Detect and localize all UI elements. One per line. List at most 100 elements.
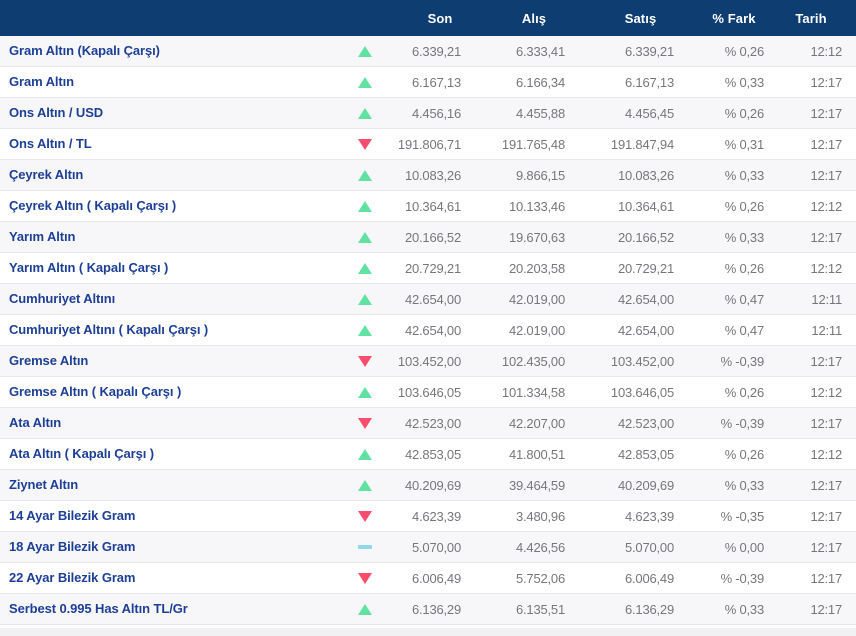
instrument-cell: 22 Ayar Bilezik Gram xyxy=(0,569,345,587)
arrow-up-icon xyxy=(358,200,372,212)
direction-cell xyxy=(345,231,385,243)
instrument-cell: Cumhuriyet Altını ( Kapalı Çarşı ) xyxy=(0,321,345,339)
flat-dash-icon xyxy=(358,545,372,549)
tarih-value: 12:12 xyxy=(810,384,842,400)
instrument-link[interactable]: Serbest 0.995 Has Altın TL/Gr xyxy=(9,601,188,616)
instrument-link[interactable]: Gremse Altın ( Kapalı Çarşı ) xyxy=(9,384,181,399)
direction-cell xyxy=(345,45,385,57)
son-value: 6.167,13 xyxy=(411,74,461,90)
satis-value: 42.523,00 xyxy=(617,415,674,431)
instrument-link[interactable]: Cumhuriyet Altını ( Kapalı Çarşı ) xyxy=(9,322,208,337)
tarih-value: 12:17 xyxy=(810,167,842,183)
son-value: 10.364,61 xyxy=(404,198,461,214)
tarih-value: 12:17 xyxy=(810,105,842,121)
alis-value: 10.133,46 xyxy=(508,198,565,214)
satis-value: 10.364,61 xyxy=(617,198,674,214)
son-value: 4.623,39 xyxy=(411,508,461,524)
instrument-link[interactable]: Yarım Altın ( Kapalı Çarşı ) xyxy=(9,260,168,275)
alis-value: 6.333,41 xyxy=(515,43,565,59)
table-row: Çeyrek Altın 10.083,26 9.866,15 10.083,2… xyxy=(0,160,856,191)
tarih-value: 12:11 xyxy=(811,291,842,307)
fark-value: % -0,39 xyxy=(720,415,765,431)
son-value: 6.339,21 xyxy=(411,43,461,59)
instrument-link[interactable]: Cumhuriyet Altını xyxy=(9,291,115,306)
satis-value: 42.853,05 xyxy=(617,446,674,462)
arrow-down-icon xyxy=(358,510,372,522)
direction-cell xyxy=(345,293,385,305)
alis-value: 191.765,48 xyxy=(501,136,565,152)
arrow-up-icon xyxy=(358,45,372,57)
arrow-up-icon xyxy=(358,293,372,305)
instrument-cell: Ata Altın xyxy=(0,414,345,432)
arrow-down-icon xyxy=(358,572,372,584)
son-value: 5.070,00 xyxy=(411,539,461,555)
instrument-cell: Ons Altın / TL xyxy=(0,135,345,153)
satis-value: 6.339,21 xyxy=(624,43,674,59)
instrument-link[interactable]: Ons Altın / USD xyxy=(9,105,103,120)
satis-value: 5.070,00 xyxy=(624,539,674,555)
instrument-link[interactable]: Gremse Altın xyxy=(9,353,88,368)
instrument-link[interactable]: Çeyrek Altın xyxy=(9,167,83,182)
arrow-up-icon xyxy=(358,76,372,88)
instrument-link[interactable]: 18 Ayar Bilezik Gram xyxy=(9,539,135,554)
alis-value: 41.800,51 xyxy=(508,446,565,462)
fark-value: % 0,26 xyxy=(724,446,764,462)
direction-cell xyxy=(345,572,385,584)
satis-value: 20.729,21 xyxy=(617,260,674,276)
tarih-value: 12:17 xyxy=(810,477,842,493)
header-tarih[interactable]: Tarih xyxy=(772,11,856,26)
tarih-value: 12:12 xyxy=(810,446,842,462)
alis-value: 4.426,56 xyxy=(515,539,565,555)
table-row: Ons Altın / USD 4.456,16 4.455,88 4.456,… xyxy=(0,98,856,129)
fark-value: % 0,47 xyxy=(724,291,764,307)
instrument-link[interactable]: Gram Altın (Kapalı Çarşı) xyxy=(9,43,160,58)
fark-value: % -0,35 xyxy=(720,508,765,524)
instrument-link[interactable]: Yarım Altın xyxy=(9,229,75,244)
instrument-link[interactable]: 22 Ayar Bilezik Gram xyxy=(9,570,135,585)
instrument-link[interactable]: Ziynet Altın xyxy=(9,477,78,492)
fark-value: % 0,47 xyxy=(724,322,764,338)
direction-cell xyxy=(345,169,385,181)
son-value: 4.456,16 xyxy=(411,105,461,121)
instrument-link[interactable]: Çeyrek Altın ( Kapalı Çarşı ) xyxy=(9,198,176,213)
son-value: 103.646,05 xyxy=(397,384,461,400)
table-header-row: Son Alış Satış % Fark Tarih xyxy=(0,0,856,36)
arrow-up-icon xyxy=(358,231,372,243)
tarih-value: 12:17 xyxy=(810,601,842,617)
tarih-value: 12:11 xyxy=(811,322,842,338)
table-row: Gram Altın (Kapalı Çarşı) 6.339,21 6.333… xyxy=(0,36,856,67)
fark-value: % -0,39 xyxy=(720,353,765,369)
fark-value: % 0,26 xyxy=(724,198,764,214)
son-value: 191.806,71 xyxy=(397,136,461,152)
instrument-link[interactable]: Gram Altın xyxy=(9,74,74,89)
direction-cell xyxy=(345,545,385,549)
instrument-link[interactable]: Ata Altın xyxy=(9,415,61,430)
alis-value: 6.135,51 xyxy=(515,601,565,617)
header-fark[interactable]: % Fark xyxy=(682,11,772,26)
table-row: Cumhuriyet Altını 42.654,00 42.019,00 42… xyxy=(0,284,856,315)
instrument-link[interactable]: Ons Altın / TL xyxy=(9,136,92,151)
instrument-cell: Ziynet Altın xyxy=(0,476,345,494)
header-son[interactable]: Son xyxy=(385,11,469,26)
table-row: Ziynet Altın 40.209,69 39.464,59 40.209,… xyxy=(0,470,856,501)
header-alis[interactable]: Alış xyxy=(469,11,573,26)
arrow-up-icon xyxy=(358,169,372,181)
tarih-value: 12:17 xyxy=(810,353,842,369)
satis-value: 20.166,52 xyxy=(617,229,674,245)
table-row: Yarım Altın ( Kapalı Çarşı ) 20.729,21 2… xyxy=(0,253,856,284)
table-row: Serbest 0.995 Has Altın TL/Gr 6.136,29 6… xyxy=(0,594,856,625)
table-row: Ata Altın ( Kapalı Çarşı ) 42.853,05 41.… xyxy=(0,439,856,470)
arrow-up-icon xyxy=(358,107,372,119)
tarih-value: 12:17 xyxy=(810,415,842,431)
fark-value: % 0,26 xyxy=(724,43,764,59)
instrument-cell: 14 Ayar Bilezik Gram xyxy=(0,507,345,525)
satis-value: 42.654,00 xyxy=(617,322,674,338)
alis-value: 6.166,34 xyxy=(515,74,565,90)
satis-value: 103.646,05 xyxy=(610,384,674,400)
header-satis[interactable]: Satış xyxy=(573,11,682,26)
table-row: 22 Ayar Bilezik Gram 6.006,49 5.752,06 6… xyxy=(0,563,856,594)
tarih-value: 12:17 xyxy=(810,229,842,245)
instrument-link[interactable]: Ata Altın ( Kapalı Çarşı ) xyxy=(9,446,154,461)
instrument-cell: 18 Ayar Bilezik Gram xyxy=(0,538,345,556)
instrument-link[interactable]: 14 Ayar Bilezik Gram xyxy=(9,508,135,523)
